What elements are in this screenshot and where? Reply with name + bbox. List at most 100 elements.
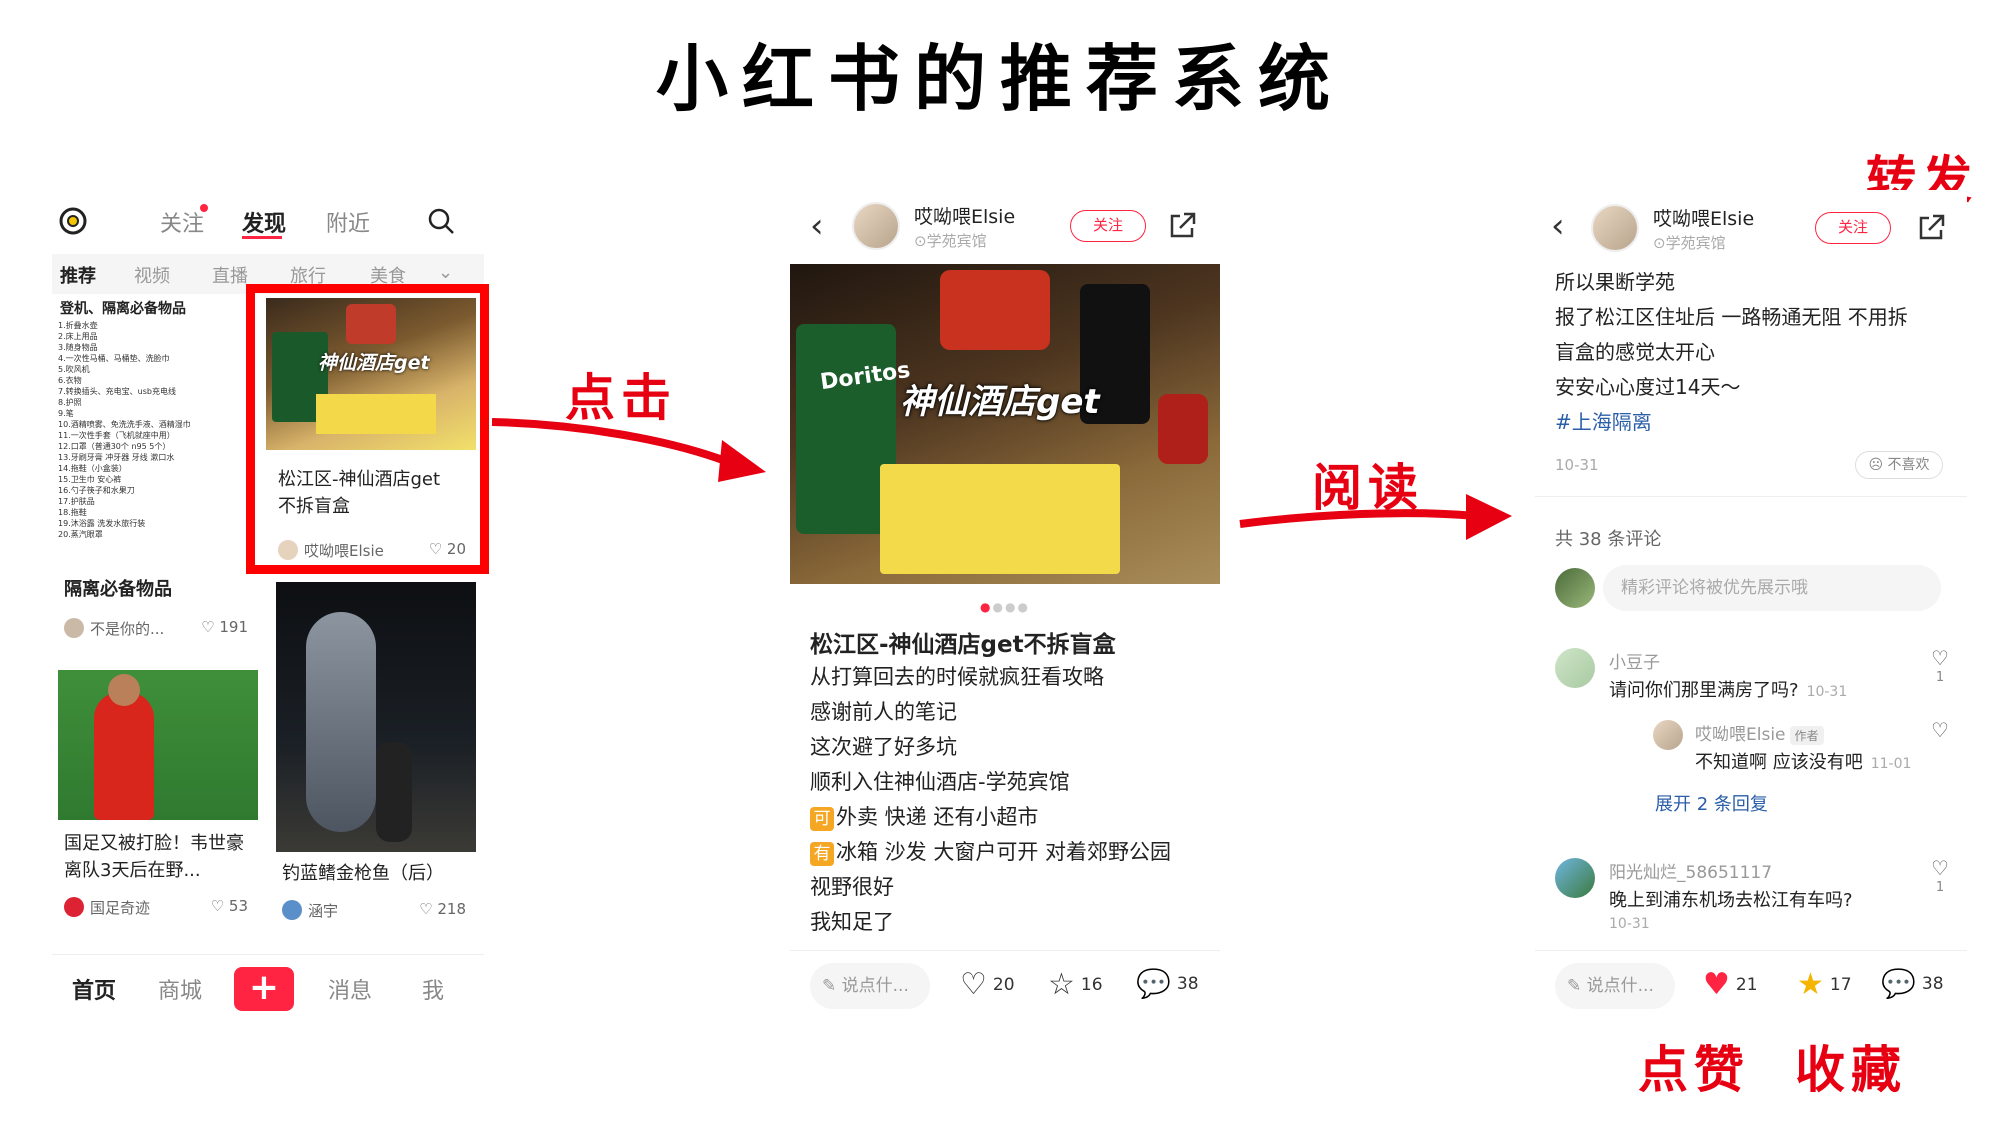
nav-mall[interactable]: 商城 <box>158 973 202 1005</box>
like-button[interactable]: ♡ 20 <box>960 967 1015 1002</box>
collect-button[interactable]: ★ 17 <box>1797 967 1852 1002</box>
collect-button[interactable]: ☆ 16 <box>1048 967 1103 1002</box>
post-line: 有冰箱 沙发 大窗户可开 对着郊野公园 <box>810 835 1171 870</box>
card-title: 钓蓝鳍金枪鱼（后） <box>282 863 444 884</box>
category-live[interactable]: 直播 <box>212 262 248 288</box>
post-body: 从打算回去的时候就疯狂看攻略 感谢前人的笔记 这次避了好多坑 顺利入住神仙酒店-… <box>810 660 1171 940</box>
post-title: 松江区-神仙酒店get不拆盲盒 <box>810 632 1116 658</box>
tab-discover[interactable]: 发现 <box>242 206 286 238</box>
avatar[interactable] <box>1653 720 1683 750</box>
comment-author[interactable]: 哎呦喂Elsie 作者 <box>1695 720 1824 745</box>
comment-button[interactable]: 💬 38 <box>1136 967 1199 1000</box>
active-tab-underline <box>242 236 282 239</box>
card-title: 国足又被打脸！韦世豪离队3天后在野... <box>64 833 244 881</box>
nav-home[interactable]: 首页 <box>72 973 116 1005</box>
comment-icon: 💬 <box>1881 967 1916 1000</box>
expand-replies-link[interactable]: 展开 2 条回复 <box>1655 790 1768 816</box>
author-name: 涵宇 <box>308 902 339 920</box>
avatar <box>1555 568 1595 608</box>
avatar[interactable] <box>852 202 900 250</box>
feed-card-football[interactable]: 国足又被打脸！韦世豪离队3天后在野... 国足奇迹 ♡ 53 <box>58 670 258 940</box>
post-date: 10-31 <box>1555 456 1599 474</box>
card-meta: 涵宇 ♡ 218 <box>282 898 466 922</box>
notes-list: 1.折叠水壶 2.床上用品 3.随身物品 4.一次性马桶、马桶垫、洗脸巾 5.吹… <box>58 321 191 539</box>
back-icon[interactable]: ‹ <box>1551 206 1565 246</box>
post-line: 这次避了好多坑 <box>810 735 957 759</box>
highlight-box <box>246 284 489 574</box>
comment-like-button[interactable]: ♡ <box>1931 718 1949 742</box>
dislike-button[interactable]: ☹ 不喜欢 <box>1855 451 1943 479</box>
emoji-icon: 有 <box>810 842 834 866</box>
comment-like-button[interactable]: ♡ 1 <box>1931 856 1949 895</box>
annotation-like: 点赞 <box>1638 1040 1750 1099</box>
author-name[interactable]: 哎呦喂Elsie <box>1653 204 1754 231</box>
feed-card-notes[interactable]: 登机、隔离必备物品 1.折叠水壶 2.床上用品 3.随身物品 4.一次性马桶、马… <box>52 298 258 648</box>
comment-input[interactable]: ✎ 说点什... <box>810 963 930 1009</box>
like-count: ♡ 218 <box>419 900 466 918</box>
feed-card-fish[interactable]: 钓蓝鳍金枪鱼（后） 涵宇 ♡ 218 <box>276 582 476 940</box>
chevron-down-icon[interactable]: ⌄ <box>438 262 453 283</box>
post-action-bar: ✎ 说点什... ♥ 21 ★ 17 💬 38 <box>1535 950 1967 1020</box>
comment-author[interactable]: 阳光灿烂_58651117 <box>1609 858 1772 883</box>
post-line: 顺利入住神仙酒店-学苑宾馆 <box>810 770 1070 794</box>
comment-input[interactable]: 精彩评论将被优先展示哦 <box>1603 565 1941 611</box>
comment-input[interactable]: ✎ 说点什... <box>1555 963 1675 1009</box>
avatar <box>64 618 84 638</box>
comment-date: 10-31 <box>1609 916 1650 932</box>
follow-button[interactable]: 关注 <box>1070 210 1146 242</box>
like-button[interactable]: ♥ 21 <box>1703 967 1758 1002</box>
avatar[interactable] <box>1591 204 1639 252</box>
like-count: ♡ 191 <box>201 618 248 636</box>
post-line: 感谢前人的笔记 <box>810 700 957 724</box>
share-icon[interactable] <box>1166 210 1198 242</box>
post-line: 视野很好 <box>810 875 894 899</box>
post-header: ‹ 哎呦喂Elsie ⊙学苑宾馆 关注 <box>1535 190 1967 264</box>
avatar[interactable] <box>1555 648 1595 688</box>
location-text: ⊙学苑宾馆 <box>1653 234 1726 252</box>
annotation-read: 阅读 <box>1312 458 1424 517</box>
category-video[interactable]: 视频 <box>134 262 170 288</box>
emoji-icon: 可 <box>810 807 834 831</box>
post-screen: ‹ 哎呦喂Elsie ⊙学苑宾馆 关注 Doritos 神仙酒店get ●●●●… <box>790 190 1220 1020</box>
nav-messages[interactable]: 消息 <box>328 973 372 1005</box>
avatar <box>282 900 302 920</box>
post-line: 盲盒的感觉太开心 <box>1555 340 1715 364</box>
page-title: 小红书的推荐系统 <box>655 36 1344 121</box>
player-icon <box>94 692 154 820</box>
post-line: 报了松江区住址后 一路畅通无阻 不用拆 <box>1555 305 1908 329</box>
tab-follow[interactable]: 关注 <box>160 206 204 238</box>
divider <box>1535 496 1967 497</box>
author-name[interactable]: 哎呦喂Elsie <box>914 202 1015 229</box>
feed-top-bar: 关注 发现 附近 <box>52 190 484 250</box>
back-icon[interactable]: ‹ <box>810 206 824 246</box>
comment-text: 不知道啊 应该没有吧 11-01 <box>1695 752 1912 773</box>
comment-count: 共 38 条评论 <box>1555 529 1662 550</box>
comment-like-button[interactable]: ♡ 1 <box>1931 646 1949 685</box>
tuna-icon <box>306 612 376 832</box>
card-meta: 国足奇迹 ♡ 53 <box>64 895 248 919</box>
share-icon[interactable] <box>1915 212 1947 244</box>
post-photo[interactable]: Doritos 神仙酒店get <box>790 264 1220 584</box>
annotation-collect: 收藏 <box>1795 1040 1907 1099</box>
category-recommend[interactable]: 推荐 <box>60 262 96 288</box>
nav-me[interactable]: 我 <box>422 973 444 1005</box>
follow-button[interactable]: 关注 <box>1815 212 1891 244</box>
avatar[interactable] <box>1555 858 1595 898</box>
comment-text: 请问你们那里满房了吗? 10-31 <box>1609 680 1848 701</box>
avatar <box>64 897 84 917</box>
search-icon[interactable] <box>426 206 456 236</box>
tab-nearby[interactable]: 附近 <box>326 206 370 238</box>
notification-dot <box>200 204 208 212</box>
snack-box-icon <box>940 270 1050 350</box>
post-line: 所以果断学苑 <box>1555 270 1675 294</box>
star-icon: ☆ <box>1048 967 1075 1002</box>
card-title: 隔离必备物品 <box>64 579 172 600</box>
comment-button[interactable]: 💬 38 <box>1881 967 1944 1000</box>
card-image <box>58 670 258 820</box>
comment-author[interactable]: 小豆子 <box>1609 648 1660 673</box>
publish-button[interactable]: + <box>234 967 294 1011</box>
camera-icon[interactable] <box>58 206 88 236</box>
post-line: 我知足了 <box>810 910 894 934</box>
post-action-bar: ✎ 说点什... ♡ 20 ☆ 16 💬 38 <box>790 950 1220 1020</box>
hashtag-link[interactable]: #上海隔离 <box>1555 406 1652 435</box>
